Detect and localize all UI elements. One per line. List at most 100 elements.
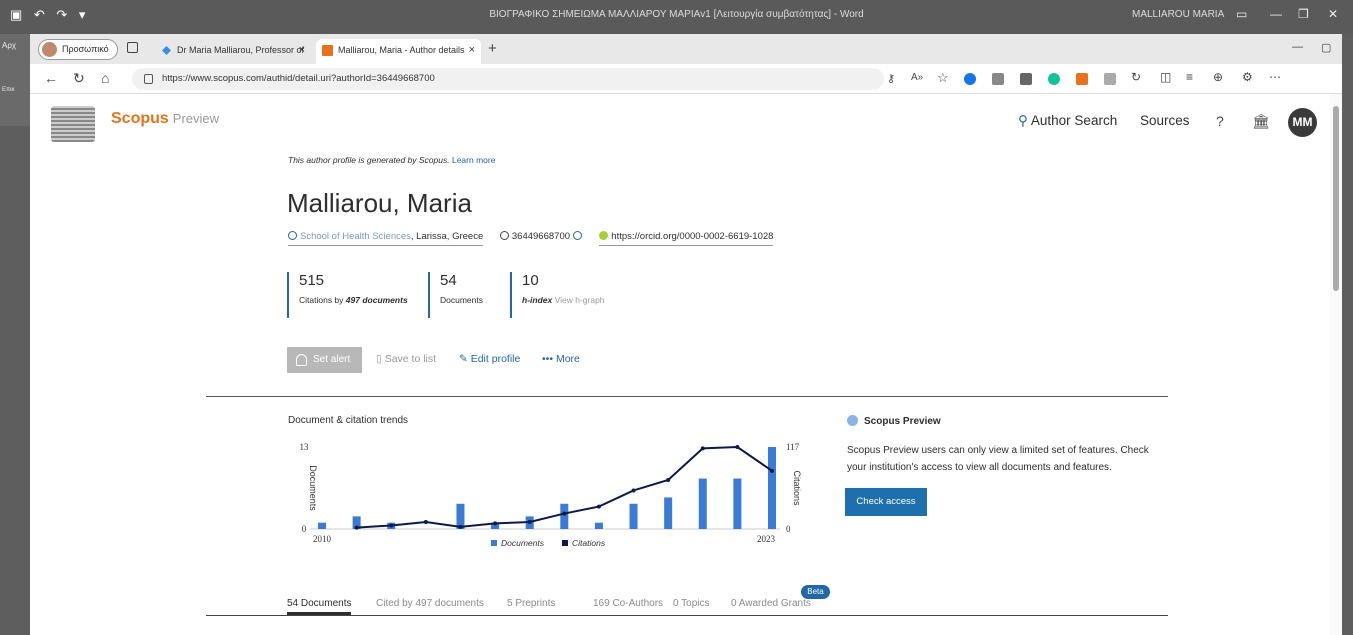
citations-point xyxy=(493,521,498,526)
legend-documents-swatch xyxy=(491,540,497,546)
address-bar[interactable]: https://www.scopus.com/authid/detail.uri… xyxy=(132,68,884,90)
extension-blue-icon[interactable] xyxy=(964,73,976,85)
browser-tab-scopus[interactable]: Malliarou, Maria - Author details × xyxy=(316,39,481,64)
document-citation-chart: 13 0 117 0 Documents Citations 2010 2023 Documen… xyxy=(300,442,803,548)
ellipsis-icon: ••• xyxy=(542,353,556,365)
documents-bar xyxy=(594,522,603,529)
hindex-metric[interactable]: 10 h-index View h-graph xyxy=(510,272,605,318)
user-avatar[interactable]: MM xyxy=(1288,108,1317,137)
close-window-icon[interactable]: ✕ xyxy=(1328,7,1338,21)
split-screen-icon[interactable]: ◫ xyxy=(1160,70,1171,84)
save-to-list-button[interactable]: ▯ Save to list xyxy=(376,353,436,365)
word-quick-access-icons[interactable]: ▣ ↶ ↷ ▾ xyxy=(10,7,89,23)
scopus-page: Scopus Preview ⚲ Author Search Sources ? … xyxy=(30,94,1342,635)
browser-minimize-icon[interactable]: — xyxy=(1292,41,1303,53)
word-right-pane xyxy=(1342,34,1353,635)
tab-label: Malliarou, Maria - Author details xyxy=(338,45,465,55)
author-id: 36449668700 xyxy=(499,231,585,242)
info-icon xyxy=(288,231,297,240)
institution-icon[interactable]: 🏛 xyxy=(1252,113,1270,130)
word-title-bar: ▣ ↶ ↷ ▾ ΒΙΟΓΡΑΦΙΚΟ ΣΗΜΕΙΩΜΑ ΜΑΛΛΙΑΡΟΥ ΜΑ… xyxy=(0,0,1353,34)
author-id-info-icon[interactable] xyxy=(572,231,582,240)
documents-bar xyxy=(698,478,707,529)
edit-profile-button[interactable]: ✎ Edit profile xyxy=(459,353,520,365)
author-search-link[interactable]: ⚲ Author Search xyxy=(1018,113,1117,129)
hindex-label: h-index View h-graph xyxy=(522,295,605,305)
page-scrollbar[interactable] xyxy=(1330,94,1342,635)
tab-actions-icon[interactable] xyxy=(127,42,138,53)
help-icon[interactable]: ? xyxy=(1216,113,1224,129)
citations-count: 515 xyxy=(299,272,325,289)
ribbon-display-icon[interactable]: ▭ xyxy=(1236,7,1247,21)
view-hgraph-link[interactable]: View h-graph xyxy=(555,295,605,305)
collections-icon[interactable]: ⊕ xyxy=(1213,70,1223,84)
documents-bar xyxy=(318,522,326,529)
citations-metric[interactable]: 515 Citations by 497 documents xyxy=(287,272,408,318)
orcid-link[interactable]: https://orcid.org/0000-0002-6619-1028 xyxy=(599,231,774,246)
browser-restore-icon[interactable]: ▢ xyxy=(1321,41,1331,54)
scopus-preview-text: Scopus Preview users can only view a lim… xyxy=(847,445,1149,473)
browser-tab-researcher[interactable]: Dr Maria Malliarou, Professor of × xyxy=(155,39,311,64)
extensions-icon[interactable]: ⚙ xyxy=(1242,70,1253,84)
minimize-window-icon[interactable]: — xyxy=(1270,7,1282,21)
refresh-extension-icon[interactable]: ↻ xyxy=(1131,70,1141,84)
section-divider xyxy=(206,396,1168,397)
scopus-preview-title: Scopus Preview xyxy=(847,415,941,427)
y-left-axis-label: Documents xyxy=(308,465,318,511)
sources-link[interactable]: Sources xyxy=(1140,113,1190,128)
word-user-name[interactable]: MALLIAROU MARIA xyxy=(1132,9,1224,20)
tabs-divider xyxy=(206,615,1168,616)
tab-favicon-icon xyxy=(162,46,171,55)
set-alert-button[interactable]: Set alert xyxy=(287,347,362,373)
scopus-favicon-icon xyxy=(322,45,333,56)
restore-window-icon[interactable]: ❐ xyxy=(1298,7,1309,21)
extension-puzzle-icon[interactable] xyxy=(1104,73,1116,85)
x-tick-label: 2023 xyxy=(757,534,776,544)
documents-count: 54 xyxy=(440,272,457,289)
affiliation-row: School of Health Sciences, Larissa, Gree… xyxy=(288,231,774,246)
extension-dark-icon[interactable] xyxy=(1020,73,1032,85)
scrollbar-thumb[interactable] xyxy=(1333,106,1339,291)
citations-point xyxy=(354,525,359,530)
bookmark-icon: ▯ xyxy=(376,353,385,365)
check-access-button[interactable]: Check access xyxy=(845,488,927,516)
more-button[interactable]: ••• More xyxy=(542,353,580,365)
browser-profile-button[interactable]: Προσωπικό xyxy=(38,39,118,60)
pencil-icon: ✎ xyxy=(459,353,471,365)
citations-label: Citations by 497 documents xyxy=(299,295,408,305)
home-icon[interactable]: ⌂ xyxy=(101,70,109,86)
tab-documents[interactable]: 54 Documents xyxy=(287,598,352,615)
scopus-extension-icon[interactable] xyxy=(1076,73,1088,85)
id-icon xyxy=(499,231,509,240)
orcid-icon xyxy=(599,231,609,240)
elsevier-logo[interactable] xyxy=(51,106,95,142)
new-tab-icon[interactable]: + xyxy=(488,40,497,57)
url-text: https://www.scopus.com/authid/detail.uri… xyxy=(162,73,435,84)
key-icon[interactable]: ⚷ xyxy=(887,72,895,85)
scopus-brand[interactable]: Scopus Preview xyxy=(111,110,219,128)
tab-co-authors[interactable]: 169 Co-Authors xyxy=(593,598,663,609)
tab-preprints[interactable]: 5 Preprints xyxy=(507,598,555,609)
y-right-tick-label: 117 xyxy=(786,442,800,452)
favorite-star-icon[interactable]: ☆ xyxy=(937,70,949,86)
documents-bar xyxy=(629,503,638,529)
citations-point xyxy=(458,524,463,529)
refresh-icon[interactable]: ↻ xyxy=(73,70,85,87)
grammarly-icon[interactable] xyxy=(1048,73,1060,85)
word-document-title: ΒΙΟΓΡΑΦΙΚΟ ΣΗΜΕΙΩΜΑ ΜΑΛΛΙΑΡΟΥ ΜΑΡΙΑv1 [Λ… xyxy=(489,9,864,20)
more-options-icon[interactable]: ⋯ xyxy=(1269,70,1281,84)
tab-cited-by[interactable]: Cited by 497 documents xyxy=(376,598,484,609)
tab-awarded-grants[interactable]: 0 Awarded Grants xyxy=(731,598,811,609)
close-tab-icon[interactable]: × xyxy=(469,39,475,62)
learn-more-link[interactable]: Learn more xyxy=(452,155,495,165)
affiliation-link[interactable]: School of Health Sciences, Larissa, Gree… xyxy=(288,231,484,246)
close-tab-icon[interactable]: × xyxy=(299,39,305,62)
search-icon: ⚲ xyxy=(1018,113,1031,128)
back-icon[interactable]: ← xyxy=(44,70,58,86)
favorites-list-icon[interactable]: ≡ xyxy=(1186,70,1193,84)
documents-metric[interactable]: 54 Documents xyxy=(428,272,483,318)
extension-grey-icon[interactable] xyxy=(992,73,1004,85)
read-aloud-icon[interactable]: A» xyxy=(911,72,923,83)
chart-title: Document & citation trends xyxy=(288,415,409,426)
tab-topics[interactable]: 0 Topics xyxy=(673,598,710,609)
